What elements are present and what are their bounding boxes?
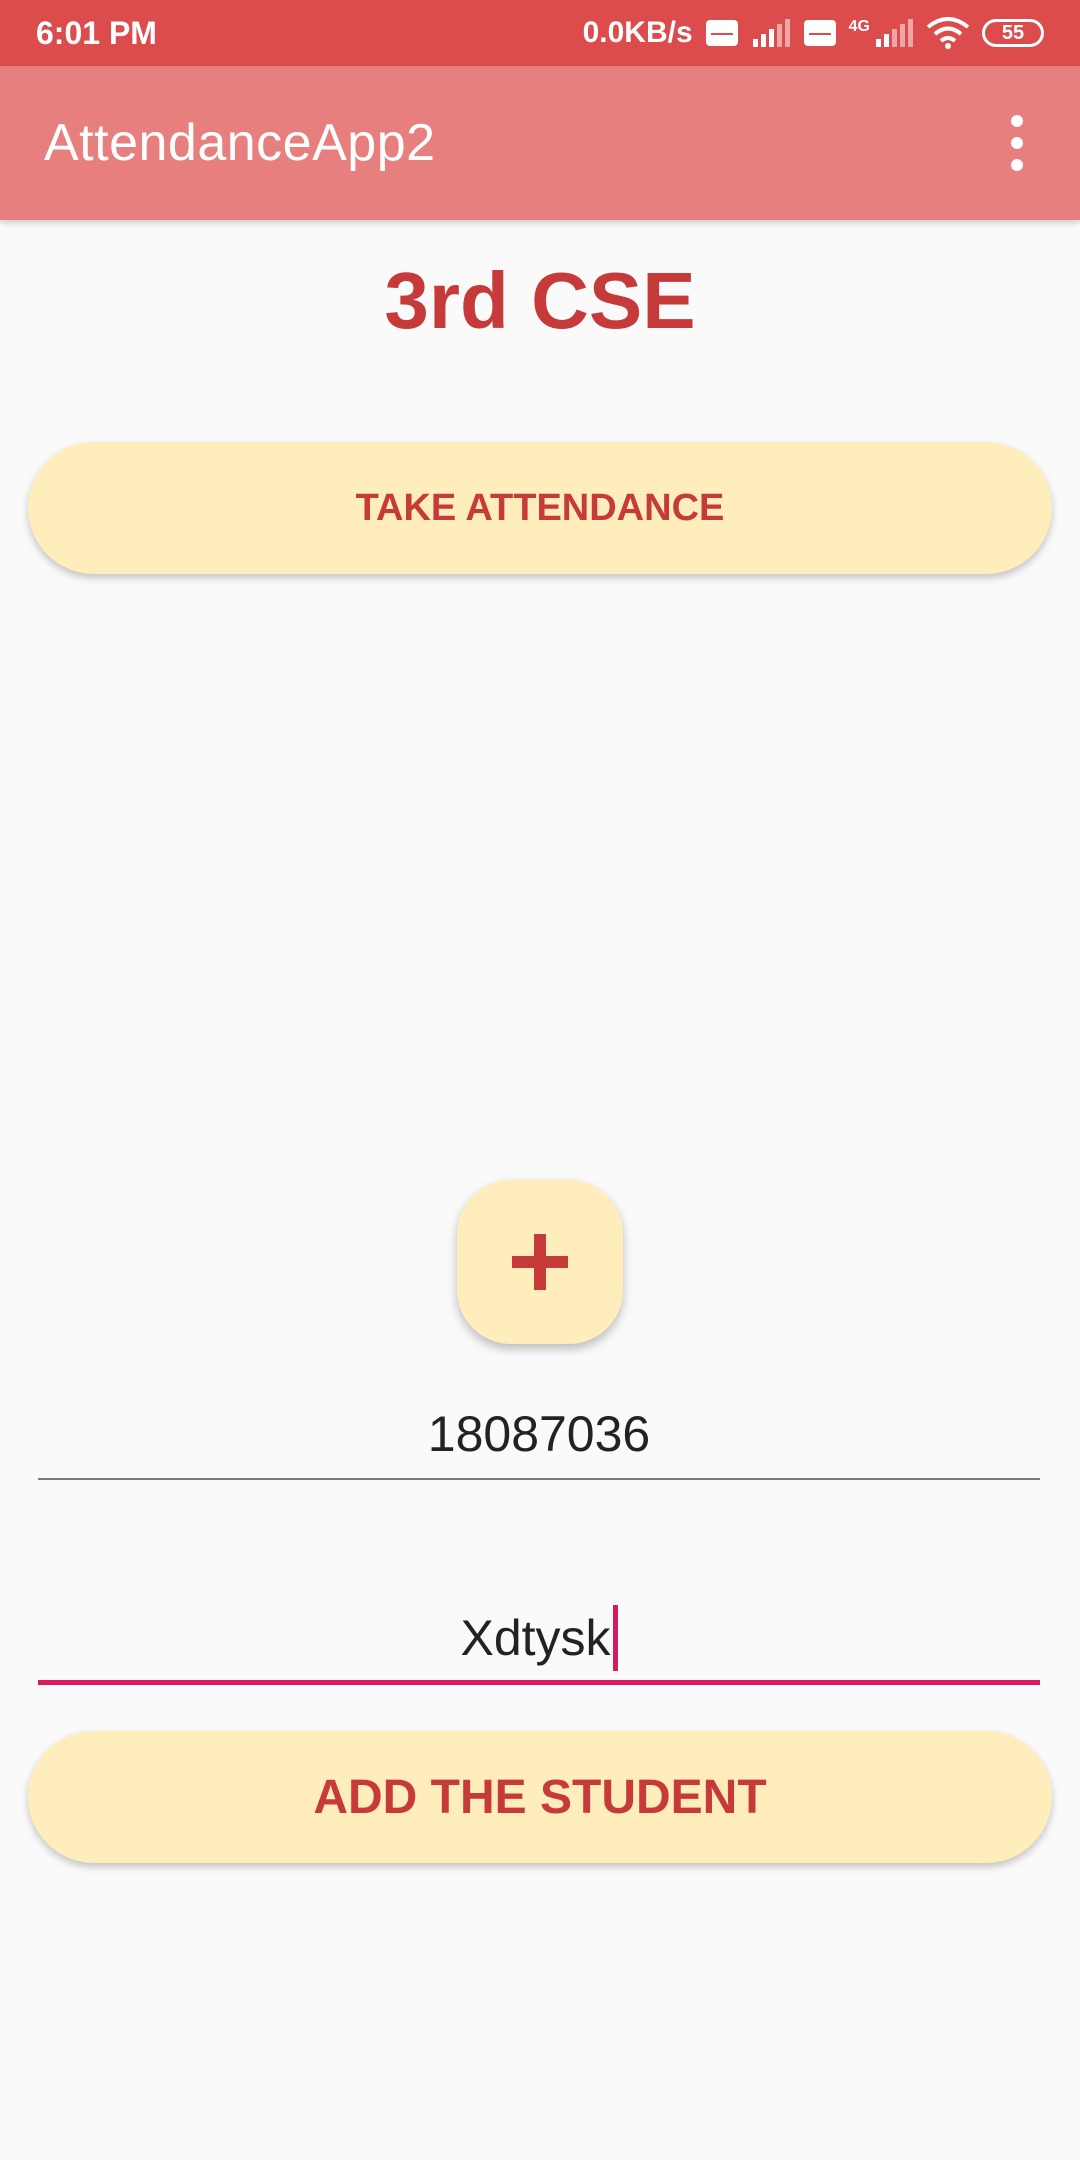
app-bar: AttendanceApp2: [0, 66, 1080, 220]
take-attendance-label: TAKE ATTENDANCE: [355, 486, 725, 529]
roll-number-value: 18087036: [427, 1406, 651, 1462]
battery-level: 55: [1001, 21, 1025, 44]
take-attendance-button[interactable]: TAKE ATTENDANCE: [28, 442, 1052, 574]
volte-icon: [803, 19, 837, 47]
student-name-input[interactable]: Xdtysk: [38, 1595, 1040, 1685]
roll-number-input[interactable]: 18087036: [38, 1390, 1040, 1480]
app-title: AttendanceApp2: [44, 114, 436, 172]
network-type: 4G: [848, 18, 870, 35]
text-cursor: [612, 1604, 618, 1671]
signal-icon: [751, 19, 791, 47]
add-fab-button[interactable]: [457, 1180, 623, 1344]
plus-icon: [512, 1234, 568, 1290]
wifi-icon: [926, 17, 970, 49]
battery-icon: 55: [982, 19, 1044, 47]
page-title: 3rd CSE: [384, 256, 696, 345]
more-vert-icon[interactable]: [992, 103, 1042, 183]
status-bar: 6:01 PM 0.0KB/s 4G 55: [0, 0, 1080, 66]
status-icons: 0.0KB/s 4G 55: [583, 16, 1044, 50]
network-speed: 0.0KB/s: [582, 16, 693, 49]
status-time: 6:01 PM: [36, 14, 157, 51]
student-name-value: Xdtysk: [460, 1609, 611, 1666]
volte-icon: [705, 19, 739, 47]
add-student-button[interactable]: ADD THE STUDENT: [28, 1731, 1052, 1863]
add-student-label: ADD THE STUDENT: [313, 1770, 767, 1824]
signal-icon: [874, 19, 914, 47]
